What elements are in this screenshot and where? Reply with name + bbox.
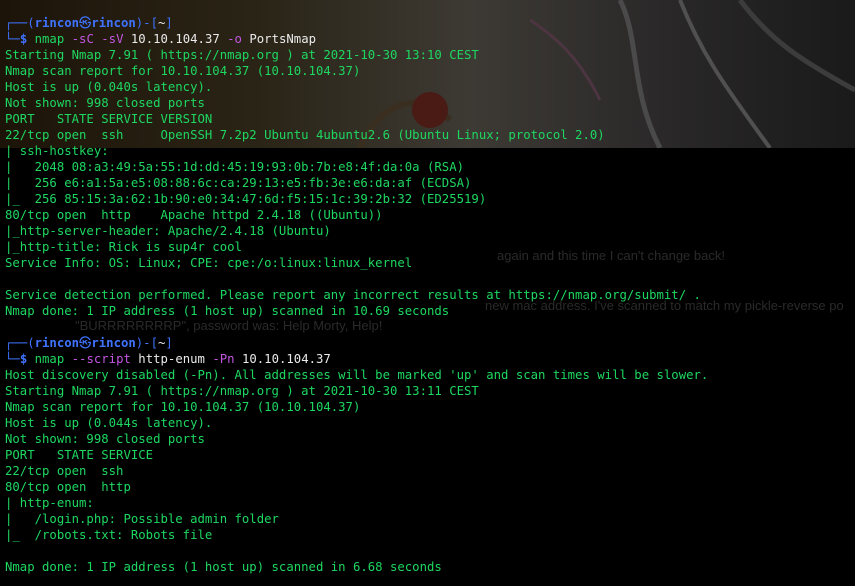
command-line: └─$ nmap -sC -sV 10.10.104.37 -o PortsNm…	[5, 31, 855, 47]
prompt-user: rincon	[34, 336, 80, 350]
prompt-frame: ┌──(	[5, 336, 35, 350]
command-name: nmap	[34, 32, 72, 46]
output-line: 22/tcp open ssh OpenSSH 7.2p2 Ubuntu 4ub…	[5, 128, 605, 142]
prompt-frame: ]	[165, 336, 173, 350]
prompt-frame: ]	[165, 16, 173, 30]
prompt-header: ┌──(rincon㉿rincon)-[~]	[5, 335, 855, 351]
prompt-frame: )-[	[135, 16, 158, 30]
command-flag: -sC	[71, 32, 102, 46]
prompt-at-icon: ㉿	[79, 336, 92, 350]
prompt-host: rincon	[91, 336, 136, 350]
prompt-user: rincon	[34, 16, 80, 30]
output-line: Host discovery disabled (-Pn). All addre…	[5, 368, 709, 382]
output-line: PORT STATE SERVICE	[5, 448, 154, 462]
prompt-frame: ┌──(	[5, 16, 35, 30]
output-line: |_ /robots.txt: Robots file	[5, 528, 213, 542]
output-line: | 2048 08:a3:49:5a:55:1d:dd:45:19:93:0b:…	[5, 160, 465, 174]
output-line: |_http-server-header: Apache/2.4.18 (Ubu…	[5, 224, 331, 238]
output-line: PORT STATE SERVICE VERSION	[5, 112, 213, 126]
command-line: └─$ nmap --script http-enum -Pn 10.10.10…	[5, 351, 855, 367]
output-line: Starting Nmap 7.91 ( https://nmap.org ) …	[5, 48, 479, 62]
command-name: nmap	[34, 352, 72, 366]
command-flag: -Pn	[212, 352, 242, 366]
prompt-frame: └─	[5, 352, 20, 366]
output-line: Starting Nmap 7.91 ( https://nmap.org ) …	[5, 384, 479, 398]
output-line: Service detection performed. Please repo…	[5, 288, 701, 302]
output-line: Not shown: 998 closed ports	[5, 96, 205, 110]
output-line: | 256 e6:a1:5a:e5:08:88:6c:ca:29:13:e5:f…	[5, 176, 472, 190]
command-flag: -o	[227, 32, 250, 46]
command-arg: PortsNmap	[249, 32, 317, 46]
prompt-symbol: $	[19, 32, 35, 46]
output-line: Not shown: 998 closed ports	[5, 432, 205, 446]
output-line: 80/tcp open http	[5, 480, 131, 494]
command-flag: -sV	[101, 32, 131, 46]
output-line: Nmap scan report for 10.10.104.37 (10.10…	[5, 400, 361, 414]
prompt-symbol: $	[19, 352, 35, 366]
output-line: |_ 256 85:15:3a:62:1b:90:e0:34:47:6d:f5:…	[5, 192, 487, 206]
output-line: Nmap done: 1 IP address (1 host up) scan…	[5, 304, 450, 318]
output-line: Service Info: OS: Linux; CPE: cpe:/o:lin…	[5, 256, 413, 270]
output-line: Nmap scan report for 10.10.104.37 (10.10…	[5, 64, 361, 78]
output-line: | ssh-hostkey:	[5, 144, 117, 158]
output-line: 22/tcp open ssh	[5, 464, 124, 478]
output-line: | http-enum:	[5, 496, 102, 510]
prompt-frame: └─	[5, 32, 20, 46]
terminal-output[interactable]: ┌──(rincon㉿rincon)-[~] └─$ nmap -sC -sV …	[5, 15, 855, 575]
prompt-frame: )-[	[135, 336, 158, 350]
output-line: Host is up (0.040s latency).	[5, 80, 213, 94]
output-line: 80/tcp open http Apache httpd 2.4.18 ((U…	[5, 208, 383, 222]
command-flag: --script	[71, 352, 139, 366]
command-arg: 10.10.104.37	[130, 32, 228, 46]
prompt-at-icon: ㉿	[79, 16, 92, 30]
output-line: |_http-title: Rick is sup4r cool	[5, 240, 242, 254]
output-line: Nmap done: 1 IP address (1 host up) scan…	[5, 560, 442, 574]
command-arg: http-enum	[138, 352, 213, 366]
output-line: Host is up (0.044s latency).	[5, 416, 213, 430]
output-line: | /login.php: Possible admin folder	[5, 512, 279, 526]
command-arg: 10.10.104.37	[241, 352, 331, 366]
prompt-header: ┌──(rincon㉿rincon)-[~]	[5, 15, 855, 31]
prompt-host: rincon	[91, 16, 136, 30]
